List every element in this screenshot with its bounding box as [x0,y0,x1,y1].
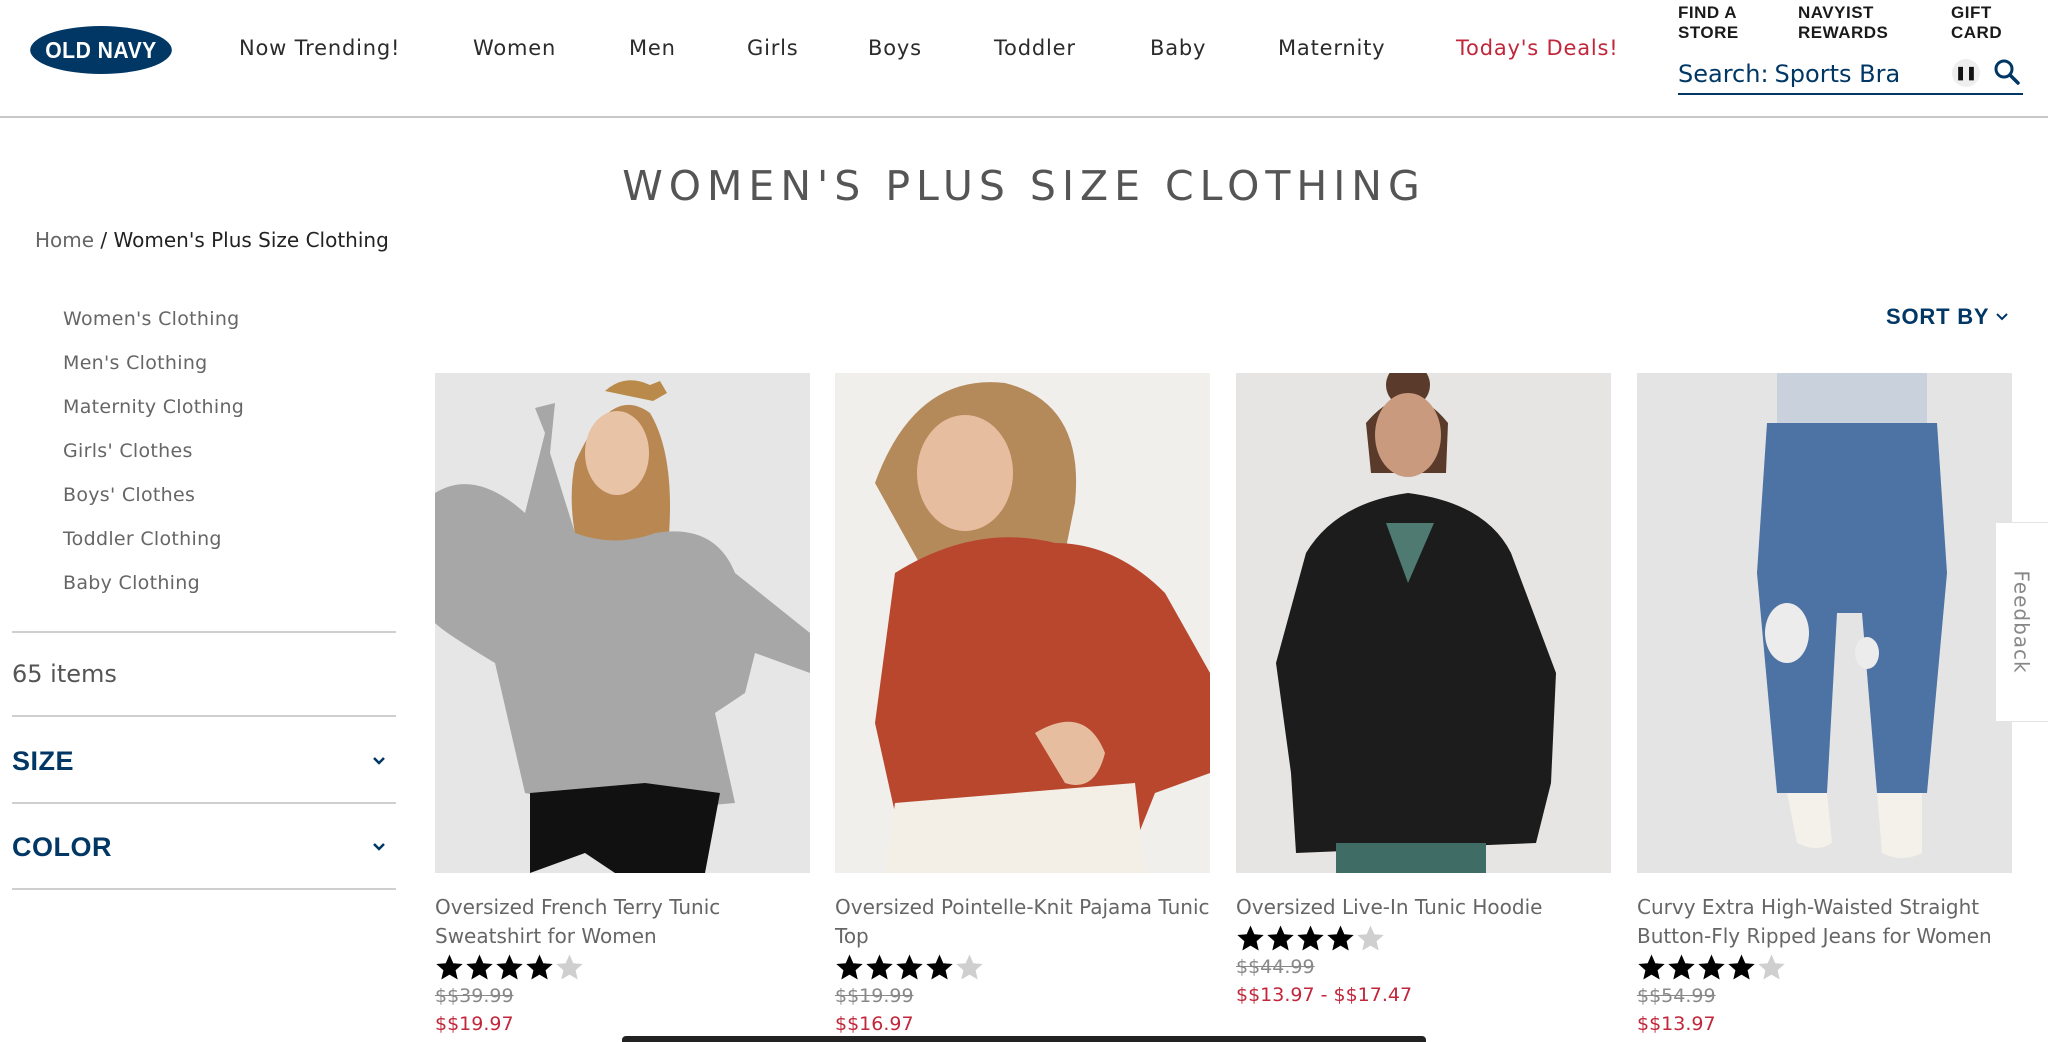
sale-price: $$13.97 - $$17.47 [1236,984,1413,1006]
sidebar-item-girls-clothes[interactable]: Girls' Clothes [63,438,244,482]
product-image[interactable] [1236,373,1611,873]
sale-price: $$16.97 [835,1013,914,1035]
search-label: Search: [1678,60,1769,88]
star-filled-icon [896,954,923,979]
sidebar-item-maternity-clothing[interactable]: Maternity Clothing [63,394,244,438]
star-filled-icon [1327,925,1354,950]
product-card[interactable]: Curvy Extra High-Waisted Straight Button… [1637,373,2012,1038]
star-filled-icon [526,954,553,979]
gift-card-link[interactable]: GIFT CARD [1951,3,2002,43]
rating-stars [1236,923,1611,953]
product-name[interactable]: Oversized Live-In Tunic Hoodie [1236,893,1611,922]
sidebar-divider [12,631,396,633]
rating-stars [1637,952,2012,982]
product-card[interactable]: Oversized French Terry Tunic Sweatshirt … [435,373,810,1038]
sort-by-dropdown[interactable]: SORT BY [1886,304,2011,330]
original-price: $$44.99 [1236,956,1315,978]
size-filter[interactable]: SIZE [12,741,396,781]
product-card[interactable]: Oversized Live-In Tunic Hoodie $$44.99 $… [1236,373,1611,1009]
sidebar-divider [12,715,396,717]
item-count: 65 items [12,660,117,688]
gift-card-line1: GIFT [1951,3,1992,22]
nav-todays-deals[interactable]: Today's Deals! [1456,36,1618,60]
color-filter-label: COLOR [12,831,112,862]
pause-icon[interactable]: ❚❚ [1952,59,1980,87]
navyist-line2: REWARDS [1798,23,1889,42]
star-empty-icon [1758,954,1785,979]
search-input[interactable]: Sports Bra [1775,60,1901,88]
star-filled-icon [1668,954,1695,979]
star-filled-icon [1267,925,1294,950]
rating-stars [835,952,1210,982]
nav-men[interactable]: Men [629,36,676,60]
nav-girls[interactable]: Girls [747,36,799,60]
product-name[interactable]: Oversized French Terry Tunic Sweatshirt … [435,893,810,951]
original-price: $$39.99 [435,985,514,1007]
star-empty-icon [956,954,983,979]
breadcrumb-home[interactable]: Home [35,228,94,252]
star-filled-icon [436,954,463,979]
star-empty-icon [556,954,583,979]
color-filter[interactable]: COLOR [12,827,396,867]
gift-card-line2: CARD [1951,23,2003,42]
category-links: Women's Clothing Men's Clothing Maternit… [63,306,244,614]
star-filled-icon [1297,925,1324,950]
breadcrumb-separator: / [94,228,114,252]
search-icon[interactable] [1992,57,2022,87]
sidebar-item-boys-clothes[interactable]: Boys' Clothes [63,482,244,526]
rating-stars [435,952,810,982]
sidebar-item-baby-clothing[interactable]: Baby Clothing [63,570,244,614]
navyist-rewards-link[interactable]: NAVYIST REWARDS [1798,3,1888,43]
product-card[interactable]: Oversized Pointelle-Knit Pajama Tunic To… [835,373,1210,1038]
star-filled-icon [866,954,893,979]
sort-by-label: SORT BY [1886,304,1990,329]
navyist-line1: NAVYIST [1798,3,1874,22]
sidebar-item-toddler-clothing[interactable]: Toddler Clothing [63,526,244,570]
find-store-line1: FIND A [1678,3,1738,22]
star-filled-icon [836,954,863,979]
star-filled-icon [496,954,523,979]
product-image[interactable] [1637,373,2012,873]
sidebar-item-mens-clothing[interactable]: Men's Clothing [63,350,244,394]
star-filled-icon [1698,954,1725,979]
sidebar-divider [12,888,396,890]
chevron-down-icon [1996,313,2009,321]
original-price: $$19.99 [835,985,914,1007]
star-filled-icon [1638,954,1665,979]
size-filter-label: SIZE [12,745,75,776]
nav-maternity[interactable]: Maternity [1278,36,1385,60]
star-filled-icon [1728,954,1755,979]
sidebar-divider [12,802,396,804]
product-image[interactable] [835,373,1210,873]
chevron-down-icon [373,843,385,851]
sale-price: $$19.97 [435,1013,514,1035]
feedback-tab[interactable]: Feedback [1995,522,2048,722]
chevron-down-icon [373,757,385,765]
breadcrumb: Home / Women's Plus Size Clothing [35,228,389,252]
star-filled-icon [466,954,493,979]
breadcrumb-current: Women's Plus Size Clothing [113,228,389,252]
nav-baby[interactable]: Baby [1150,36,1206,60]
bottom-scroll-indicator [622,1036,1426,1042]
star-filled-icon [1237,925,1264,950]
nav-women[interactable]: Women [473,36,556,60]
feedback-label: Feedback [2010,570,2034,674]
nav-now-trending[interactable]: Now Trending! [239,36,400,60]
find-store-line2: STORE [1678,23,1739,42]
site-header: OLD NAVY Now Trending! Women Men Girls B… [0,0,2048,118]
search-bar[interactable]: Search: Sports Bra ❚❚ [1678,55,2023,95]
star-filled-icon [926,954,953,979]
product-name[interactable]: Oversized Pointelle-Knit Pajama Tunic To… [835,893,1210,951]
product-name[interactable]: Curvy Extra High-Waisted Straight Button… [1637,893,2012,951]
product-image[interactable] [435,373,810,873]
original-price: $$54.99 [1637,985,1716,1007]
sidebar-item-womens-clothing[interactable]: Women's Clothing [63,306,244,350]
nav-toddler[interactable]: Toddler [994,36,1076,60]
page-title: WOMEN'S PLUS SIZE CLOTHING [622,162,1426,210]
nav-boys[interactable]: Boys [868,36,922,60]
find-a-store-link[interactable]: FIND A STORE [1678,3,1739,43]
old-navy-logo[interactable]: OLD NAVY [30,26,172,74]
star-empty-icon [1357,925,1384,950]
sale-price: $$13.97 [1637,1013,1716,1035]
